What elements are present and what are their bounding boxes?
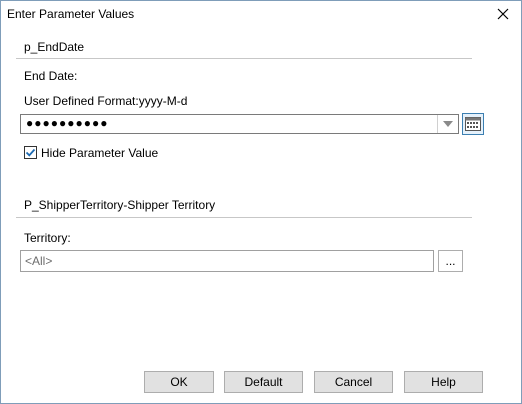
calendar-icon bbox=[465, 117, 481, 131]
territory-value: <All> bbox=[25, 254, 53, 268]
end-date-combobox[interactable]: ●●●●●●●●●● bbox=[20, 114, 459, 134]
end-date-label: End Date: bbox=[24, 69, 78, 83]
title-bar: Enter Parameter Values bbox=[1, 1, 521, 29]
default-button[interactable]: Default bbox=[224, 371, 303, 393]
parameter-dialog: Enter Parameter Values p_EndDate End Dat… bbox=[0, 0, 522, 404]
end-date-masked-value: ●●●●●●●●●● bbox=[26, 116, 109, 130]
dialog-title: Enter Parameter Values bbox=[7, 7, 135, 21]
date-format-label: User Defined Format:yyyy-M-d bbox=[24, 94, 188, 108]
calendar-button[interactable] bbox=[462, 113, 484, 135]
end-date-dropdown-button[interactable] bbox=[437, 115, 458, 133]
section-title-end-date: p_EndDate bbox=[24, 40, 85, 54]
section-title-territory: P_ShipperTerritory-Shipper Territory bbox=[24, 198, 216, 212]
hide-parameter-label[interactable]: Hide Parameter Value bbox=[41, 146, 158, 160]
territory-browse-button[interactable]: ... bbox=[438, 250, 463, 272]
section-divider bbox=[16, 58, 472, 59]
ok-button[interactable]: OK bbox=[144, 371, 214, 393]
close-button[interactable] bbox=[493, 4, 513, 24]
help-button[interactable]: Help bbox=[404, 371, 483, 393]
close-icon bbox=[497, 8, 509, 20]
checkmark-icon bbox=[25, 148, 36, 157]
territory-field[interactable]: <All> bbox=[20, 250, 434, 272]
cancel-button[interactable]: Cancel bbox=[314, 371, 393, 393]
section-divider bbox=[16, 217, 472, 218]
hide-parameter-checkbox[interactable] bbox=[24, 146, 37, 159]
territory-label: Territory: bbox=[24, 231, 71, 245]
chevron-down-icon bbox=[443, 121, 453, 127]
